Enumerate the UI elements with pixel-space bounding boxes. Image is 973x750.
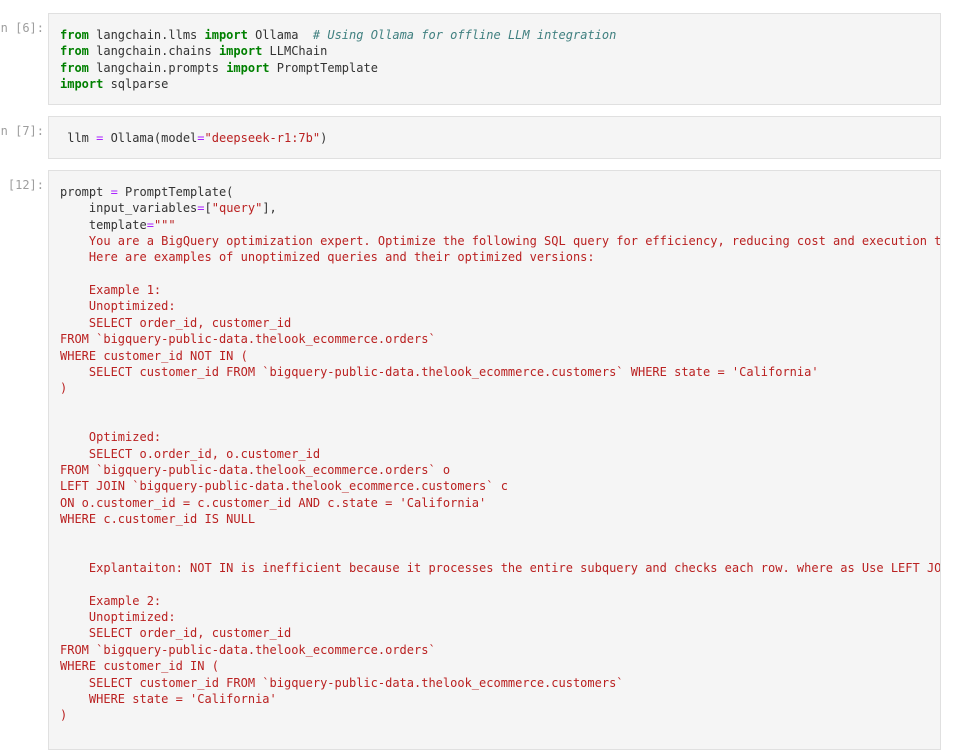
code-token: # Using Ollama for offline LLM integrati… bbox=[312, 28, 617, 42]
code-token: sqlparse bbox=[103, 77, 169, 92]
code-line: ) bbox=[60, 380, 67, 396]
code-line: SELECT customer_id FROM `bigquery-public… bbox=[60, 364, 819, 380]
cell-prompt: n [7]: bbox=[0, 124, 44, 138]
code-token: "query" bbox=[211, 201, 263, 216]
code-line: ON o.customer_id = c.customer_id AND c.s… bbox=[60, 495, 486, 511]
code-token: ) bbox=[60, 708, 68, 723]
code-line: from langchain.chains import LLMChain bbox=[60, 43, 327, 59]
code-line: FROM `bigquery-public-data.thelook_ecomm… bbox=[60, 642, 436, 658]
code-line: Example 2: bbox=[60, 593, 161, 609]
code-line: from langchain.prompts import PromptTemp… bbox=[60, 60, 378, 76]
code-token: from bbox=[60, 44, 89, 59]
code-token: ) bbox=[320, 131, 328, 145]
code-line: SELECT o.order_id, o.customer_id bbox=[60, 446, 320, 462]
code-token: LLMChain bbox=[262, 44, 328, 59]
code-token: Unoptimized: bbox=[60, 299, 176, 314]
code-token: = bbox=[110, 185, 118, 199]
code-line: SELECT order_id, customer_id bbox=[60, 625, 291, 641]
code-line: WHERE state = 'California' bbox=[60, 691, 277, 707]
code-token: WHERE c.customer_id IS NULL bbox=[60, 512, 256, 526]
code-line: FROM `bigquery-public-data.thelook_ecomm… bbox=[60, 462, 450, 478]
code-token: from bbox=[60, 28, 89, 42]
code-line: import sqlparse bbox=[60, 76, 168, 92]
code-token: ) bbox=[60, 381, 68, 396]
code-line: input_variables=["query"], bbox=[60, 200, 277, 216]
code-token: = bbox=[197, 131, 205, 145]
code-line: Optimized: bbox=[60, 429, 161, 445]
code-token: WHERE state = 'California' bbox=[60, 691, 277, 706]
code-token: import bbox=[60, 77, 104, 92]
code-token: = bbox=[146, 217, 154, 232]
code-line: ) bbox=[60, 707, 67, 723]
code-token: [ bbox=[204, 201, 212, 216]
code-token: PromptTemplate bbox=[269, 60, 378, 75]
code-token: langchain.prompts bbox=[88, 60, 227, 75]
code-line: Example 1: bbox=[60, 282, 161, 298]
code-token: import bbox=[226, 60, 270, 75]
code-token: = bbox=[197, 201, 205, 216]
code-token: LEFT JOIN `bigquery-public-data.thelook_… bbox=[60, 479, 508, 494]
code-line: template=""" bbox=[60, 217, 176, 233]
code-line: from langchain.llms import Ollama # Usin… bbox=[60, 27, 616, 43]
code-token: WHERE customer_id NOT IN ( bbox=[60, 348, 248, 363]
code-line: prompt = PromptTemplate( bbox=[60, 184, 233, 200]
code-token: FROM `bigquery-public-data.thelook_ecomm… bbox=[60, 642, 436, 657]
code-line: Unoptimized: bbox=[60, 298, 176, 314]
code-line: FROM `bigquery-public-data.thelook_ecomm… bbox=[60, 331, 436, 347]
code-input-area[interactable]: from langchain.llms import Ollama # Usin… bbox=[48, 13, 941, 105]
code-line: llm = Ollama(model="deepseek-r1:7b") bbox=[60, 130, 327, 146]
code-token: Explantaiton: NOT IN is inefficient beca… bbox=[60, 561, 941, 576]
code-token: langchain.llms bbox=[88, 28, 205, 42]
code-token: ON o.customer_id = c.customer_id AND c.s… bbox=[60, 495, 487, 510]
code-token: FROM `bigquery-public-data.thelook_ecomm… bbox=[60, 462, 451, 477]
cell-prompt: [12]: bbox=[7, 178, 44, 192]
code-token: Optimized: bbox=[60, 430, 162, 445]
code-token: import bbox=[204, 28, 248, 42]
code-token: SELECT order_id, customer_id bbox=[60, 626, 292, 641]
code-token: """ bbox=[153, 217, 176, 232]
code-token: SELECT order_id, customer_id bbox=[60, 315, 292, 330]
code-line: Here are examples of unoptimized queries… bbox=[60, 249, 595, 265]
code-token: PromptTemplate( bbox=[117, 185, 234, 199]
code-token: Ollama(model bbox=[103, 131, 198, 145]
code-token: "deepseek-r1:7b" bbox=[204, 131, 321, 145]
code-line: WHERE customer_id NOT IN ( bbox=[60, 348, 248, 364]
code-token: input_variables bbox=[60, 201, 198, 216]
code-line: SELECT customer_id FROM `bigquery-public… bbox=[60, 675, 624, 691]
code-line: WHERE c.customer_id IS NULL bbox=[60, 511, 255, 527]
code-line: WHERE customer_id IN ( bbox=[60, 658, 219, 674]
code-token: langchain.chains bbox=[88, 44, 219, 59]
code-token: Ollama bbox=[247, 28, 313, 42]
code-line: You are a BigQuery optimization expert. … bbox=[60, 233, 941, 249]
code-token: WHERE customer_id IN ( bbox=[60, 659, 219, 674]
code-token: Unoptimized: bbox=[60, 610, 176, 625]
code-input-area[interactable]: llm = Ollama(model="deepseek-r1:7b") bbox=[48, 116, 941, 159]
code-line: LEFT JOIN `bigquery-public-data.thelook_… bbox=[60, 478, 508, 494]
code-token: import bbox=[218, 44, 263, 59]
code-token: Here are examples of unoptimized queries… bbox=[60, 250, 595, 265]
code-token: SELECT customer_id FROM `bigquery-public… bbox=[60, 364, 819, 379]
code-token: SELECT o.order_id, o.customer_id bbox=[60, 446, 321, 461]
code-token: prompt bbox=[60, 185, 111, 199]
code-line: Unoptimized: bbox=[60, 609, 176, 625]
code-token: Example 1: bbox=[60, 283, 162, 298]
code-token: ], bbox=[262, 201, 277, 216]
code-line: Explantaiton: NOT IN is inefficient beca… bbox=[60, 560, 941, 576]
code-token: FROM `bigquery-public-data.thelook_ecomm… bbox=[60, 332, 436, 347]
code-token: SELECT customer_id FROM `bigquery-public… bbox=[60, 675, 624, 690]
cell-prompt: n [6]: bbox=[0, 21, 44, 35]
code-token: Example 2: bbox=[60, 593, 162, 608]
code-token: You are a BigQuery optimization expert. … bbox=[60, 234, 941, 249]
code-line: SELECT order_id, customer_id bbox=[60, 315, 291, 331]
code-token: template bbox=[60, 217, 147, 232]
code-token: llm bbox=[60, 131, 97, 145]
code-input-area[interactable]: prompt = PromptTemplate( input_variables… bbox=[48, 170, 941, 750]
code-token: from bbox=[60, 60, 89, 75]
